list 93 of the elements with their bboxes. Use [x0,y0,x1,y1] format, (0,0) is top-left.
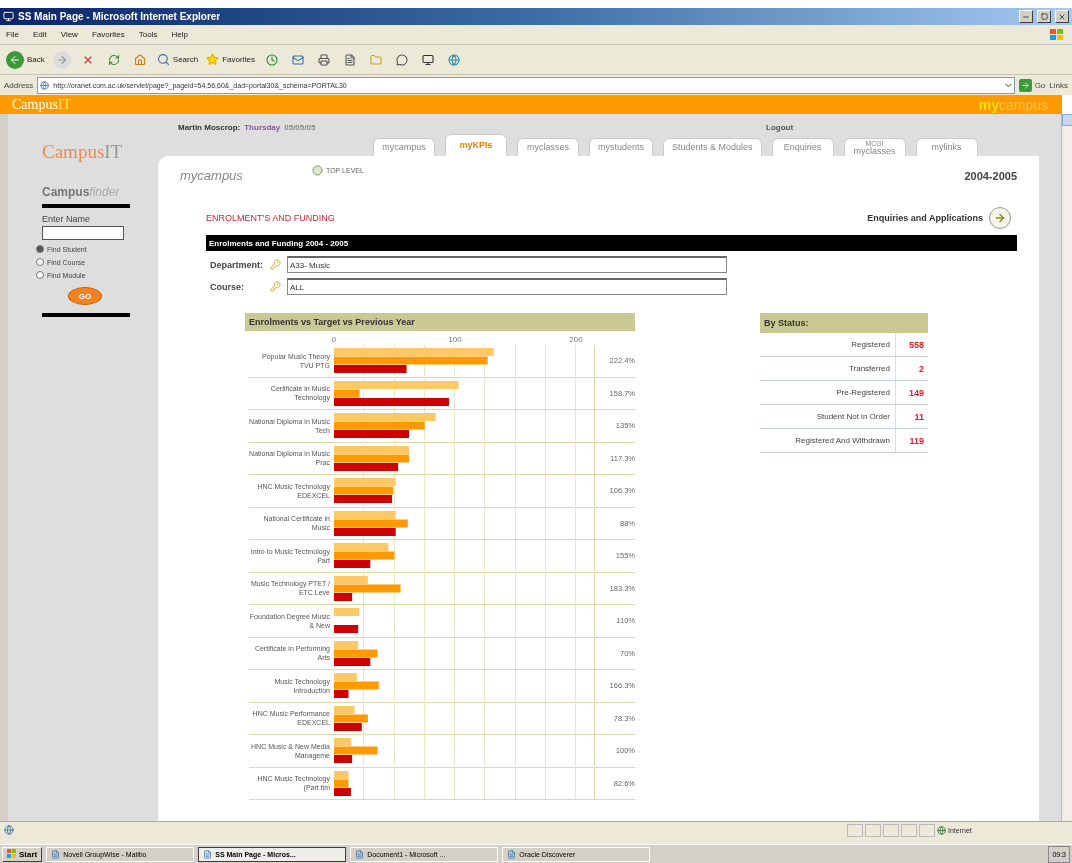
bar [334,495,393,504]
filter-field[interactable]: ALL [287,278,727,295]
search-icon [156,53,170,66]
key-icon[interactable] [270,281,281,292]
address-label: Address [4,80,34,90]
bar [334,462,399,471]
enquiries-link[interactable]: Enquiries and Applications [867,207,1011,229]
status-pane [883,823,899,837]
globe-icon [4,825,14,835]
key-icon[interactable] [270,259,281,270]
brand-logo: mycampus [978,96,1048,113]
user-info: Martin Moscrop: Thursday 05/05/05 [178,123,317,132]
flag-logo-icon [1048,26,1066,43]
star-icon [206,53,220,66]
status-count: 149 [907,387,925,398]
status-label: Student Not in Order [760,405,896,428]
page-heading: ENROLMENT'S AND FUNDING [206,213,335,223]
start-button[interactable]: Start [2,846,43,862]
maximize-button[interactable] [1037,10,1051,23]
links-button[interactable]: Links [1049,80,1068,90]
finder-title: Campusfinder [42,185,120,199]
status-label: Pre-Registered [760,381,896,404]
bar [334,625,359,634]
page-icon [40,80,50,90]
bar [334,478,396,487]
tab[interactable]: mycampus [373,138,435,156]
status-pane [901,823,917,837]
bar [334,787,351,796]
scrollbar[interactable] [1061,114,1072,821]
field-label: Enter Name [42,214,91,224]
status-count: 558 [907,339,925,350]
status-pane [847,823,863,837]
flag-logo-icon [7,849,17,859]
bar [334,779,349,788]
status-label: Registered And Withdrawn [760,429,896,452]
window-title: SS Main Page - Microsoft Internet Explorer [18,11,222,22]
maximize-icon [1040,13,1048,20]
status-pane [865,823,881,837]
go-button[interactable]: Go [1018,78,1046,92]
close-icon [1058,12,1066,21]
bar [334,722,362,731]
bar [334,527,396,536]
close-button[interactable] [1055,10,1069,23]
tab[interactable]: mylinks [915,138,978,156]
favorites-button[interactable]: Favorites [206,53,256,66]
menu-item[interactable]: Tools [138,30,158,39]
table-title: By Status: [760,313,928,333]
logout-link[interactable]: Logout [766,123,794,132]
axis-tick-label: 100 [448,335,462,344]
menu-item[interactable]: Help [171,30,188,39]
bar [334,510,396,519]
status-label: Registered [760,333,896,356]
campus-logo: CampusIT [42,141,123,163]
tab[interactable]: Enquiries [771,138,834,156]
menu-item[interactable]: Favorites [91,30,125,39]
window-icon [355,849,365,859]
menu-item[interactable]: File [6,30,19,39]
status-count: 11 [913,411,925,422]
browser-icon [3,11,14,22]
banner-logo: CampusIT [12,96,72,113]
filter-label: Course: [209,281,245,292]
bar [334,486,394,495]
status-count: 2 [918,363,925,374]
bar [334,543,389,552]
status-pane [919,823,935,837]
circle-icon [312,165,323,176]
axis-tick-label: 0 [331,335,337,344]
name-field[interactable] [42,226,124,240]
tab[interactable]: Students & Modules [663,138,762,156]
section-title: mycampus [180,168,244,183]
forward-icon[interactable] [52,50,71,69]
status-label: Transferred [760,357,896,380]
axis-tick-label: 200 [569,335,583,344]
search-button[interactable]: Search [156,53,199,66]
bar [334,608,360,617]
bar [334,770,349,779]
minimize-button[interactable] [1019,10,1033,23]
section-bar: Enrolments and Funding 2004 - 2005 [206,235,1017,251]
window-icon [507,849,517,859]
globe-icon [937,825,946,835]
menu-item[interactable]: Edit [32,30,47,39]
window-icon [51,849,61,859]
back-button[interactable]: Back [6,50,45,69]
filter-field[interactable]: A33- Music [287,256,727,273]
tab[interactable]: myclasses [517,138,579,156]
year-label: 2004-2005 [964,169,1017,182]
filter-label: Department: [209,259,264,270]
window-icon [203,849,213,859]
bar [334,657,371,666]
chart-title: Enrolments vs Target vs Previous Year [245,313,635,331]
tab[interactable]: mystudents [589,138,654,156]
menu-item[interactable]: View [60,30,78,39]
status-count: 119 [908,435,925,446]
